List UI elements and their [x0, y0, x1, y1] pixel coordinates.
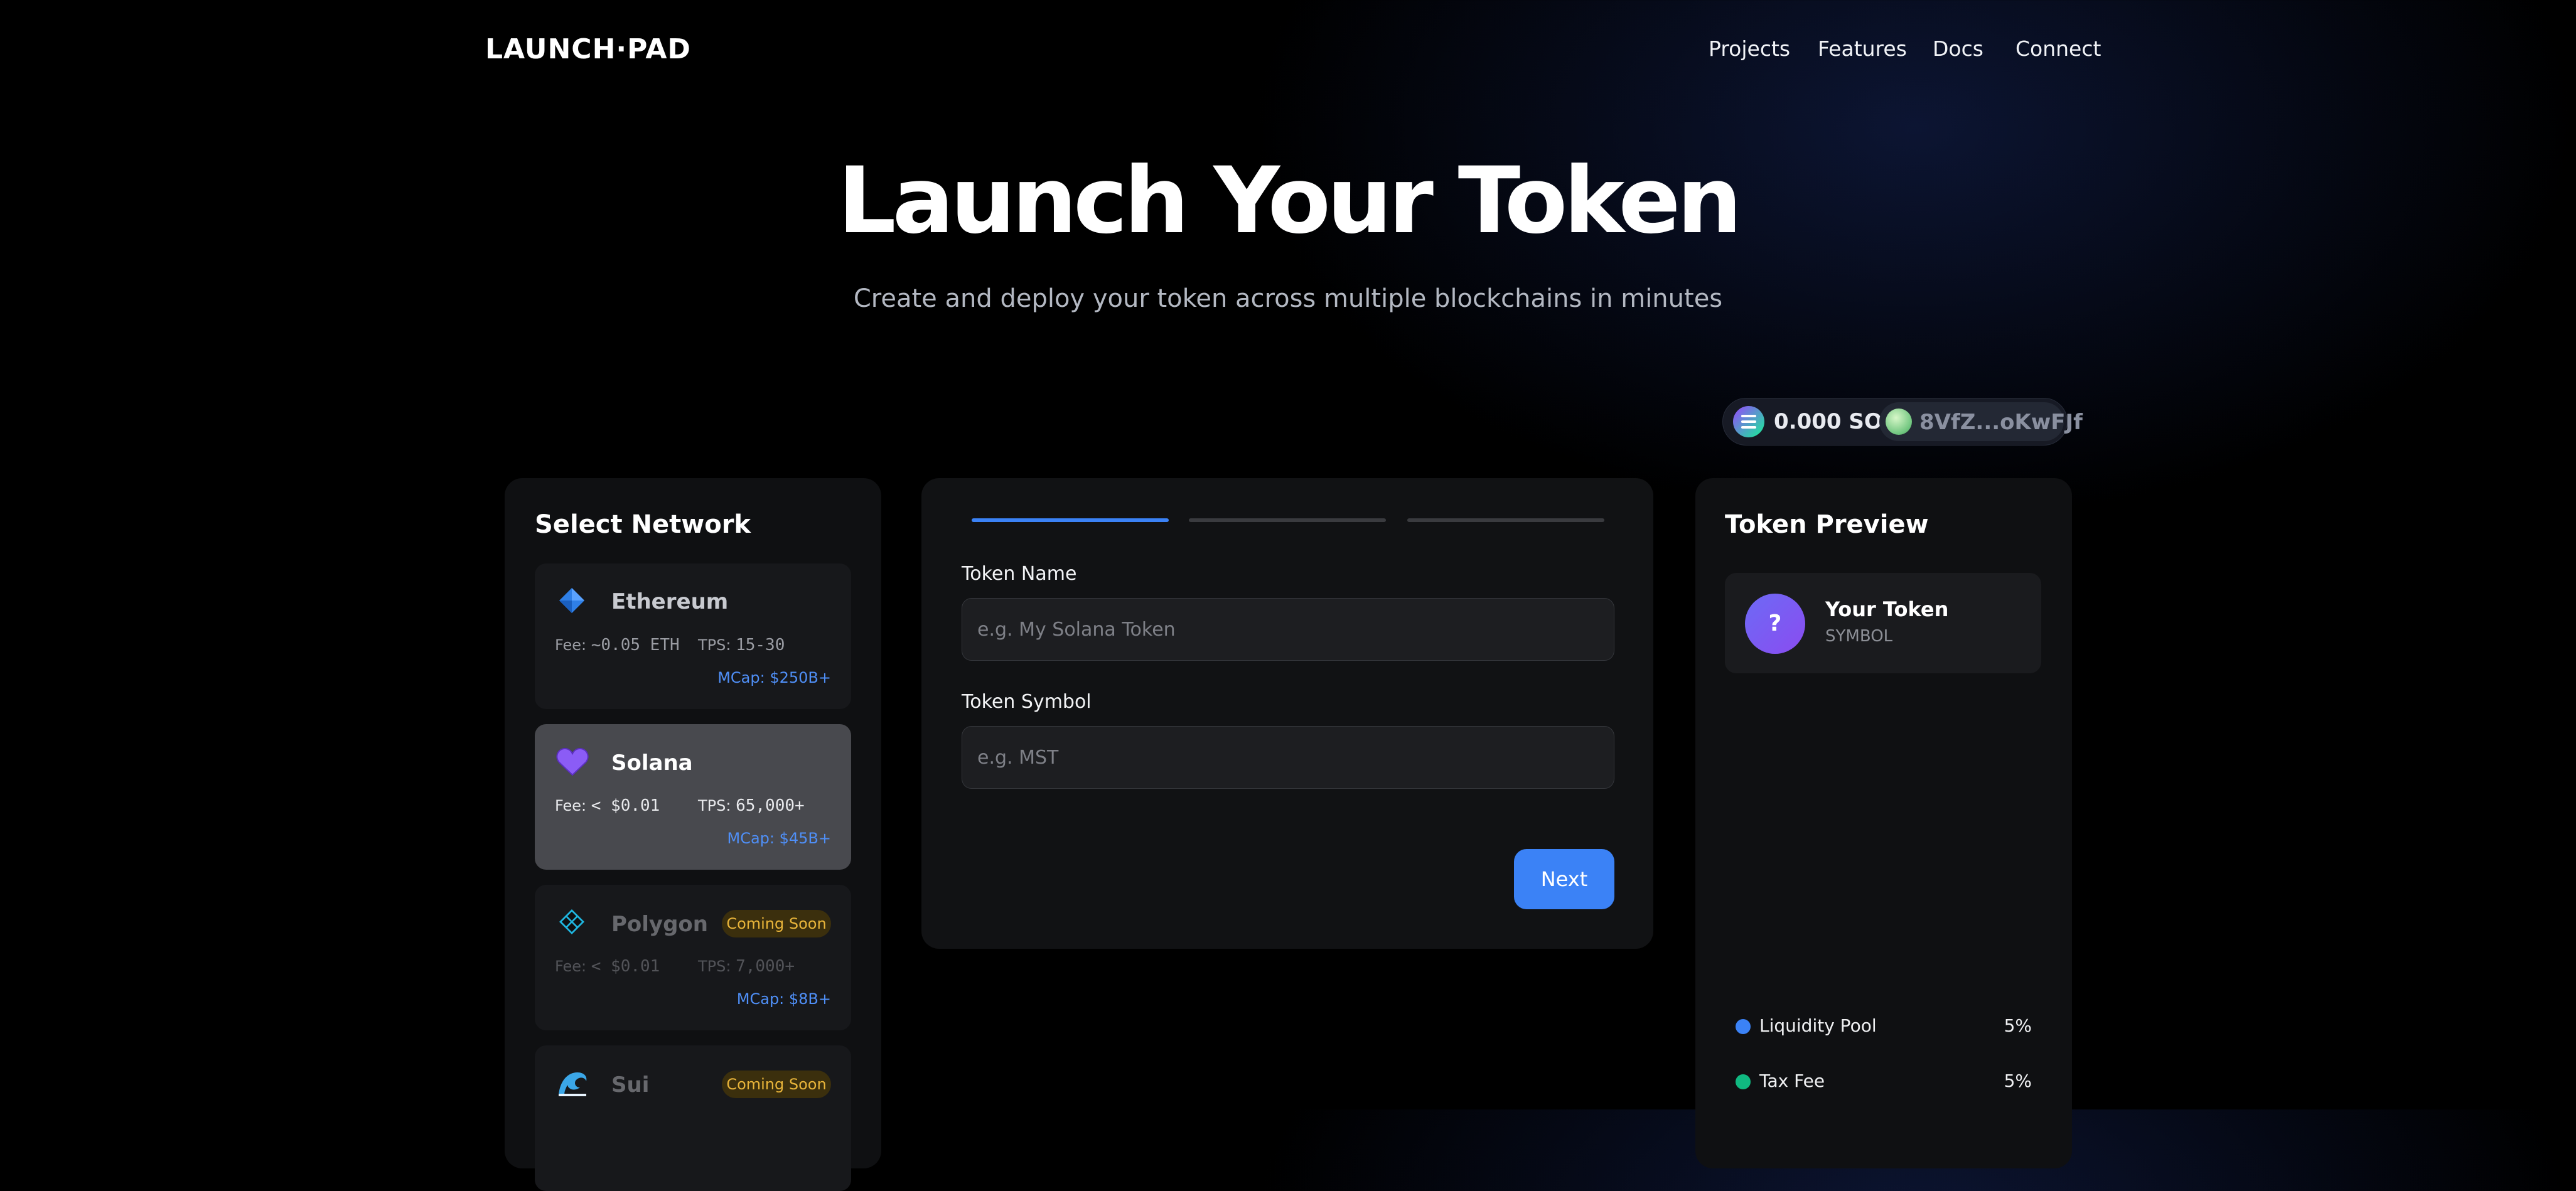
network-name: Ethereum	[611, 589, 729, 614]
token-preview-symbol: SYMBOL	[1825, 627, 1893, 646]
ethereum-diamond-icon	[559, 588, 584, 613]
distribution-label: Tax Fee	[1759, 1071, 1825, 1091]
token-name-input[interactable]	[962, 599, 1614, 660]
nav-connect[interactable]: Connect	[2015, 35, 2101, 63]
network-name: Sui	[611, 1072, 650, 1098]
logo[interactable]: LAUNCH·PAD	[485, 33, 691, 67]
network-mcap: MCap: $250B+	[717, 669, 831, 686]
wallet-avatar-icon	[1886, 409, 1912, 435]
network-mcap: MCap: $45B+	[727, 830, 831, 847]
nav-features[interactable]: Features	[1818, 35, 1907, 63]
coming-soon-badge: Coming Soon	[722, 910, 831, 937]
hero-title: Launch Your Token	[837, 147, 1742, 254]
token-name-label: Token Name	[962, 563, 1077, 585]
tax-fee-dot	[1736, 1074, 1751, 1089]
purple-heart-icon	[556, 747, 589, 776]
network-fee: Fee: < $0.01	[555, 957, 660, 976]
step-2-indicator	[1189, 518, 1386, 522]
step-1-indicator	[972, 518, 1169, 522]
next-button[interactable]: Next	[1514, 849, 1614, 909]
network-name: Solana	[611, 750, 693, 776]
network-tps: TPS: 15-30	[698, 636, 785, 654]
network-name: Polygon	[611, 912, 708, 937]
network-fee: Fee: ~0.05 ETH	[555, 636, 680, 654]
network-tps: TPS: 65,000+	[698, 796, 805, 815]
distribution-value: 5%	[2004, 1071, 2032, 1091]
token-symbol-input[interactable]	[962, 727, 1614, 788]
solana-bars-icon	[1741, 415, 1756, 429]
token-avatar: ?	[1745, 594, 1805, 654]
network-tps: TPS: 7,000+	[698, 957, 795, 976]
nav-docs[interactable]: Docs	[1933, 35, 1983, 63]
token-preview-title: Token Preview	[1725, 510, 1929, 539]
network-fee: Fee: < $0.01	[555, 796, 660, 815]
hero-subtitle: Create and deploy your token across mult…	[853, 284, 1723, 313]
wallet-balance: 0.000 SOL	[1774, 409, 1896, 434]
nav-projects[interactable]: Projects	[1709, 35, 1790, 63]
coming-soon-badge: Coming Soon	[722, 1071, 831, 1098]
token-name-field[interactable]	[962, 598, 1614, 661]
network-mcap: MCap: $8B+	[736, 990, 831, 1008]
step-3-indicator	[1407, 518, 1604, 522]
polygon-icon	[559, 909, 584, 934]
liquidity-pool-dot	[1736, 1019, 1751, 1034]
token-symbol-label: Token Symbol	[962, 691, 1092, 713]
wave-icon	[559, 1072, 587, 1096]
network-card-sui[interactable]	[535, 1045, 851, 1191]
wallet-address: 8VfZ...oKwFJf	[1919, 410, 2083, 435]
token-preview-name: Your Token	[1825, 597, 1949, 621]
network-panel-title: Select Network	[535, 510, 751, 539]
distribution-label: Liquidity Pool	[1759, 1015, 1877, 1036]
distribution-value: 5%	[2004, 1015, 2032, 1036]
token-symbol-field[interactable]	[962, 726, 1614, 789]
